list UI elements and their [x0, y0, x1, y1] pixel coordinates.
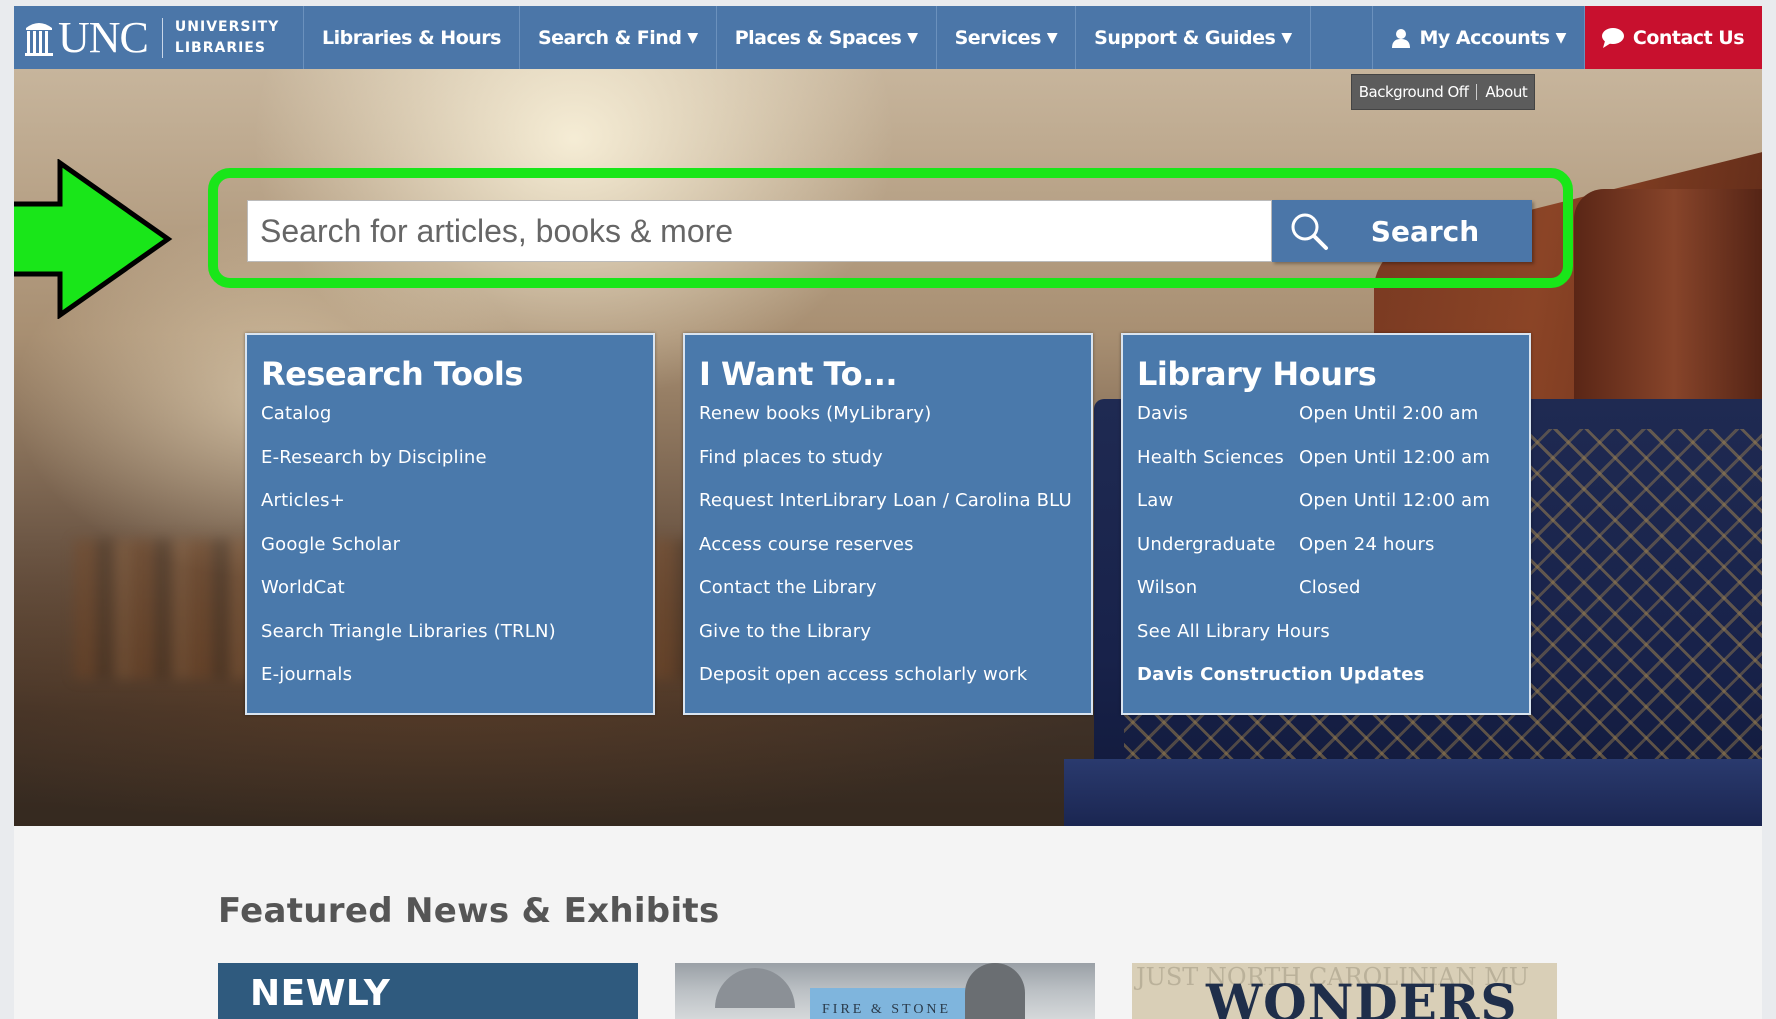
hours-location: Law [1137, 490, 1174, 511]
nav-services[interactable]: Services ▼ [937, 6, 1077, 69]
featured-card-1-text: NEWLY APPOINTED [250, 973, 488, 1019]
research-tools-panel: Research Tools Catalog E-Research by Dis… [245, 333, 655, 715]
chevron-down-icon: ▼ [1281, 29, 1292, 46]
featured-card-wonders[interactable]: JUST NORTH CAROLINIAN MU WONDERS [1132, 963, 1557, 1019]
green-arrow-icon [14, 159, 173, 319]
logo-unc-text: UNC [58, 12, 149, 62]
logo-line-2: LIBRARIES [174, 39, 266, 56]
i-want-to-panel: I Want To... Renew books (MyLibrary) Fin… [683, 333, 1093, 715]
nav-spacer [1311, 6, 1374, 69]
logo-divider [161, 17, 163, 58]
link-deposit-open-access[interactable]: Deposit open access scholarly work [699, 664, 1076, 708]
old-well-icon [25, 22, 53, 56]
link-renew-books[interactable]: Renew books (MyLibrary) [699, 403, 1076, 447]
hours-row[interactable]: Health Sciences Open Until 12:00 am [1137, 447, 1514, 491]
hours-status: Open Until 12:00 am [1299, 490, 1491, 511]
featured-card-fire-stone[interactable]: FIRE & STONE [675, 963, 1095, 1019]
featured-card-newly-appointed[interactable]: NEWLY APPOINTED [218, 963, 638, 1019]
hours-status: Open Until 12:00 am [1299, 446, 1491, 468]
link-e-research[interactable]: E-Research by Discipline [261, 447, 638, 491]
link-google-scholar[interactable]: Google Scholar [261, 534, 638, 578]
research-tools-title: Research Tools [261, 355, 523, 393]
library-hours-panel: Library Hours Davis Open Until 2:00 am He… [1121, 333, 1531, 715]
link-articles-plus[interactable]: Articles+ [261, 490, 638, 534]
hours-status: Open Until 2:00 am [1299, 403, 1479, 424]
chat-bubble-icon [1601, 27, 1624, 48]
search-placeholder: Search for articles, books & more [260, 212, 734, 249]
link-give[interactable]: Give to the Library [699, 621, 1076, 665]
featured-card-2-figure [965, 963, 1025, 1019]
featured-card-2-building [715, 968, 795, 1008]
link-davis-construction[interactable]: Davis Construction Updates [1137, 664, 1514, 708]
background-off-link[interactable]: Background Off [1359, 83, 1469, 101]
nav-my-accounts[interactable]: My Accounts ▼ [1373, 6, 1585, 69]
toggle-divider [1476, 84, 1478, 100]
nav-search-find[interactable]: Search & Find ▼ [520, 6, 717, 69]
link-contact-library[interactable]: Contact the Library [699, 577, 1076, 621]
hours-row[interactable]: Wilson Closed [1137, 577, 1514, 621]
logo-line-1: UNIVERSITY [174, 18, 280, 35]
about-link[interactable]: About [1485, 83, 1527, 101]
search-button[interactable]: Search [1272, 200, 1532, 262]
featured-news-title: Featured News & Exhibits [218, 891, 720, 931]
nav-search-find-label: Search & Find [537, 26, 682, 49]
unc-libraries-logo[interactable]: UNC UNIVERSITY LIBRARIES [14, 6, 304, 69]
featured-card-2-text: FIRE & STONE [822, 1002, 952, 1017]
link-all-hours[interactable]: See All Library Hours [1137, 621, 1514, 665]
logo-university-libraries: UNIVERSITY LIBRARIES [175, 17, 279, 59]
link-catalog[interactable]: Catalog [261, 403, 638, 447]
nav-contact-us-label: Contact Us [1632, 26, 1745, 49]
hours-status: Closed [1299, 577, 1361, 598]
hero-background: Background Off About Search for articles… [14, 69, 1762, 826]
link-worldcat[interactable]: WorldCat [261, 577, 638, 621]
browser-viewport: UNC UNIVERSITY LIBRARIES Libraries & Hou… [14, 6, 1762, 1019]
hours-row[interactable]: Undergraduate Open 24 hours [1137, 534, 1514, 578]
search-input[interactable]: Search for articles, books & more [247, 200, 1272, 262]
hours-location: Davis [1137, 403, 1188, 424]
nav-places-spaces-label: Places & Spaces [734, 26, 902, 49]
nav-my-accounts-label: My Accounts [1419, 26, 1550, 49]
i-want-to-title: I Want To... [699, 355, 898, 393]
link-trln[interactable]: Search Triangle Libraries (TRLN) [261, 621, 638, 665]
link-interlibrary-loan[interactable]: Request InterLibrary Loan / Carolina BLU [699, 490, 1076, 534]
nav-support-guides-label: Support & Guides [1094, 26, 1276, 49]
search-icon [1291, 213, 1328, 250]
nav-contact-us[interactable]: Contact Us [1584, 6, 1762, 69]
hours-status: Open 24 hours [1299, 533, 1435, 555]
featured-card-3-text: WONDERS [1206, 973, 1518, 1019]
top-navigation-bar: UNC UNIVERSITY LIBRARIES Libraries & Hou… [14, 6, 1762, 70]
person-icon [1392, 28, 1411, 48]
search-button-label: Search [1370, 214, 1480, 248]
nav-places-spaces[interactable]: Places & Spaces ▼ [717, 6, 937, 69]
chevron-down-icon: ▼ [1046, 29, 1058, 46]
hours-location: Undergraduate [1137, 533, 1276, 555]
chevron-down-icon: ▼ [687, 29, 698, 46]
nav-libraries-hours[interactable]: Libraries & Hours [304, 6, 520, 69]
nav-libraries-hours-label: Libraries & Hours [322, 26, 501, 49]
link-find-places[interactable]: Find places to study [699, 447, 1076, 491]
hours-location: Health Sciences [1137, 446, 1284, 468]
nav-services-label: Services [954, 26, 1042, 49]
library-hours-list: Davis Open Until 2:00 am Health Sciences O… [1137, 403, 1514, 708]
chevron-down-icon: ▼ [907, 29, 918, 46]
chevron-down-icon: ▼ [1555, 29, 1567, 46]
hero-book-bottom [1064, 759, 1762, 826]
library-hours-title: Library Hours [1137, 355, 1377, 393]
hours-row[interactable]: Law Open Until 12:00 am [1137, 490, 1514, 534]
hours-location: Wilson [1137, 577, 1198, 598]
nav-support-guides[interactable]: Support & Guides ▼ [1076, 6, 1311, 69]
link-course-reserves[interactable]: Access course reserves [699, 534, 1076, 578]
hours-row[interactable]: Davis Open Until 2:00 am [1137, 403, 1514, 447]
i-want-to-list: Renew books (MyLibrary) Find places to s… [699, 403, 1076, 708]
link-e-journals[interactable]: E-journals [261, 664, 638, 708]
research-tools-list: Catalog E-Research by Discipline Article… [261, 403, 638, 708]
background-toggle: Background Off About [1351, 74, 1535, 110]
